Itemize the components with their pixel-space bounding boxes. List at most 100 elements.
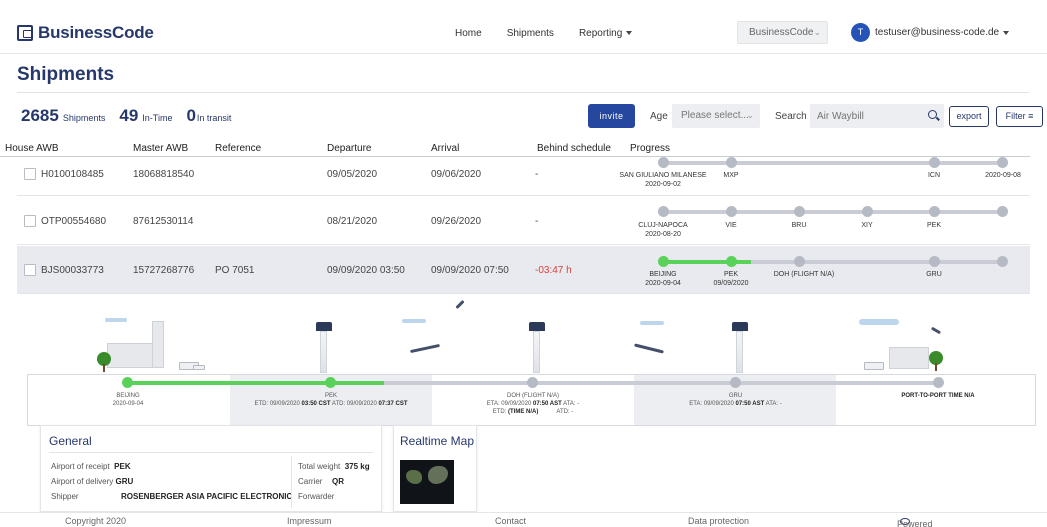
etd-tz: CST (316, 401, 331, 407)
control-tower-icon (732, 322, 748, 331)
stop-dot[interactable] (527, 377, 538, 388)
intime-label: In-Time (142, 113, 173, 123)
footer-data-protection[interactable]: Data protection (688, 516, 749, 526)
atd-prefix: ATD: 09/09/2020 (330, 401, 379, 407)
col-reference[interactable]: Reference (215, 143, 261, 154)
etd-prefix: ETD: 09/09/2020 (254, 401, 302, 407)
weight-row: Total weight 375 kg (298, 462, 370, 471)
truck-icon (864, 362, 884, 370)
leg-doh-etd: ETD: (TIME N/A) ATD: - (493, 409, 574, 415)
footer-impressum[interactable]: Impressum (287, 516, 332, 526)
stop-date: 2020-09-04 (645, 280, 681, 287)
track-progress (663, 260, 751, 264)
stop-dot[interactable] (325, 377, 336, 388)
col-departure[interactable]: Departure (327, 143, 371, 154)
master-awb: 18068818540 (133, 169, 195, 180)
stop-dot[interactable] (122, 377, 133, 388)
cloud-icon (859, 319, 899, 325)
leg-gru-eta: ETA: 09/09/2020 07:50 AST ATA: - (689, 401, 782, 407)
avatar: T (851, 23, 870, 42)
nav-home[interactable]: Home (455, 28, 482, 39)
stop-label: ICN (927, 172, 941, 179)
ata-text: ATA: - (561, 401, 580, 407)
brand-logo[interactable]: BusinessCode (17, 23, 154, 43)
stop-label: SAN GIULIANO MILANESE 2020-09-02 (617, 171, 709, 189)
row-checkbox[interactable] (24, 168, 36, 180)
eta-time: 07:50 (735, 401, 751, 407)
row-checkbox[interactable] (24, 215, 36, 227)
shipments-count: 2685 (21, 106, 59, 125)
stop-dot[interactable] (730, 377, 741, 388)
stop-dot[interactable] (929, 256, 940, 267)
table-row[interactable]: BJS00033773 15727268776 PO 7051 09/09/20… (17, 246, 1030, 294)
col-progress[interactable]: Progress (630, 143, 670, 154)
card-divider (291, 456, 292, 508)
carrier-label: Carrier (298, 477, 323, 486)
powered-label: Powered by (897, 519, 933, 527)
nav-shipments[interactable]: Shipments (507, 28, 554, 39)
company-select[interactable]: BusinessCode ⌄ (737, 21, 828, 44)
realtime-map-card[interactable]: Realtime Map (393, 425, 477, 512)
table-row[interactable]: H0100108485 18068818540 09/05/2020 09/06… (17, 157, 1030, 196)
port-to-port-time: PORT-TO-PORT TIME N/A (901, 393, 975, 399)
stop-dot[interactable] (997, 256, 1008, 267)
stop-dot[interactable] (929, 157, 940, 168)
weight-label: Total weight (298, 462, 341, 471)
invite-button[interactable]: invite (588, 104, 635, 128)
shipments-label: Shipments (62, 113, 106, 123)
atd-text: ATD: - (538, 409, 574, 415)
export-button[interactable]: export (949, 106, 989, 127)
receipt-row: Airport of receipt PEK (51, 462, 131, 471)
stop-dot[interactable] (794, 206, 805, 217)
stop-label: PEK (926, 222, 941, 229)
col-master-awb[interactable]: Master AWB (133, 143, 188, 154)
control-tower-icon (316, 322, 332, 331)
stop-dot[interactable] (933, 377, 944, 388)
master-awb: 87612530114 (133, 216, 194, 227)
behind-schedule: - (535, 216, 539, 227)
tree-trunk (935, 363, 937, 371)
stop-dot[interactable] (658, 206, 669, 217)
table-row[interactable]: OTP00554680 87612530114 08/21/2020 09/26… (17, 197, 1030, 245)
col-arrival[interactable]: Arrival (431, 143, 459, 154)
cloud-icon (402, 319, 426, 323)
tower-shaft (736, 331, 743, 373)
col-behind-schedule[interactable]: Behind schedule (537, 143, 611, 154)
chevron-down-icon: ⌄ (813, 27, 821, 37)
stop-dot[interactable] (929, 206, 940, 217)
stop-label: CLUJ-NAPOCA 2020-08-20 (628, 221, 698, 239)
footer-copyright: Copyright 2020 (65, 516, 127, 526)
warehouse-icon (889, 347, 929, 369)
eta-time: 07:50 (533, 401, 549, 407)
stop-dot[interactable] (794, 256, 805, 267)
tree-trunk (103, 364, 105, 372)
track-progress (128, 381, 384, 385)
row-checkbox[interactable] (24, 264, 36, 276)
shipper-label: Shipper (51, 492, 79, 501)
eta-prefix: ETA: 09/09/2020 (689, 401, 736, 407)
search-input[interactable] (810, 104, 944, 128)
stop-dot[interactable] (862, 206, 873, 217)
behind-schedule: - (535, 169, 539, 180)
tower-shaft (533, 331, 540, 373)
stop-name: CLUJ-NAPOCA (638, 222, 688, 229)
filter-button[interactable]: Filter ≡ (996, 106, 1043, 127)
footer-contact[interactable]: Contact (495, 516, 526, 526)
age-select[interactable]: Please select... ⌄ (672, 104, 760, 128)
stop-dot[interactable] (726, 206, 737, 217)
search-icon[interactable] (928, 110, 937, 119)
footer-powered[interactable]: Powered by (897, 516, 933, 527)
stop-dot[interactable] (726, 157, 737, 168)
stop-dot[interactable] (997, 206, 1008, 217)
stop-dot[interactable] (726, 256, 737, 267)
stop-dot[interactable] (658, 157, 669, 168)
col-house-awb[interactable]: House AWB (5, 143, 59, 154)
user-menu[interactable]: T testuser@business-code.de (851, 23, 1010, 42)
stop-dot[interactable] (997, 157, 1008, 168)
general-title: General (49, 434, 92, 448)
nav-reporting[interactable]: Reporting (579, 28, 633, 39)
age-label: Age (650, 111, 668, 122)
stop-dot[interactable] (658, 256, 669, 267)
eta-prefix: ETA: 09/09/2020 (486, 401, 533, 407)
map-thumbnail[interactable] (400, 460, 454, 504)
